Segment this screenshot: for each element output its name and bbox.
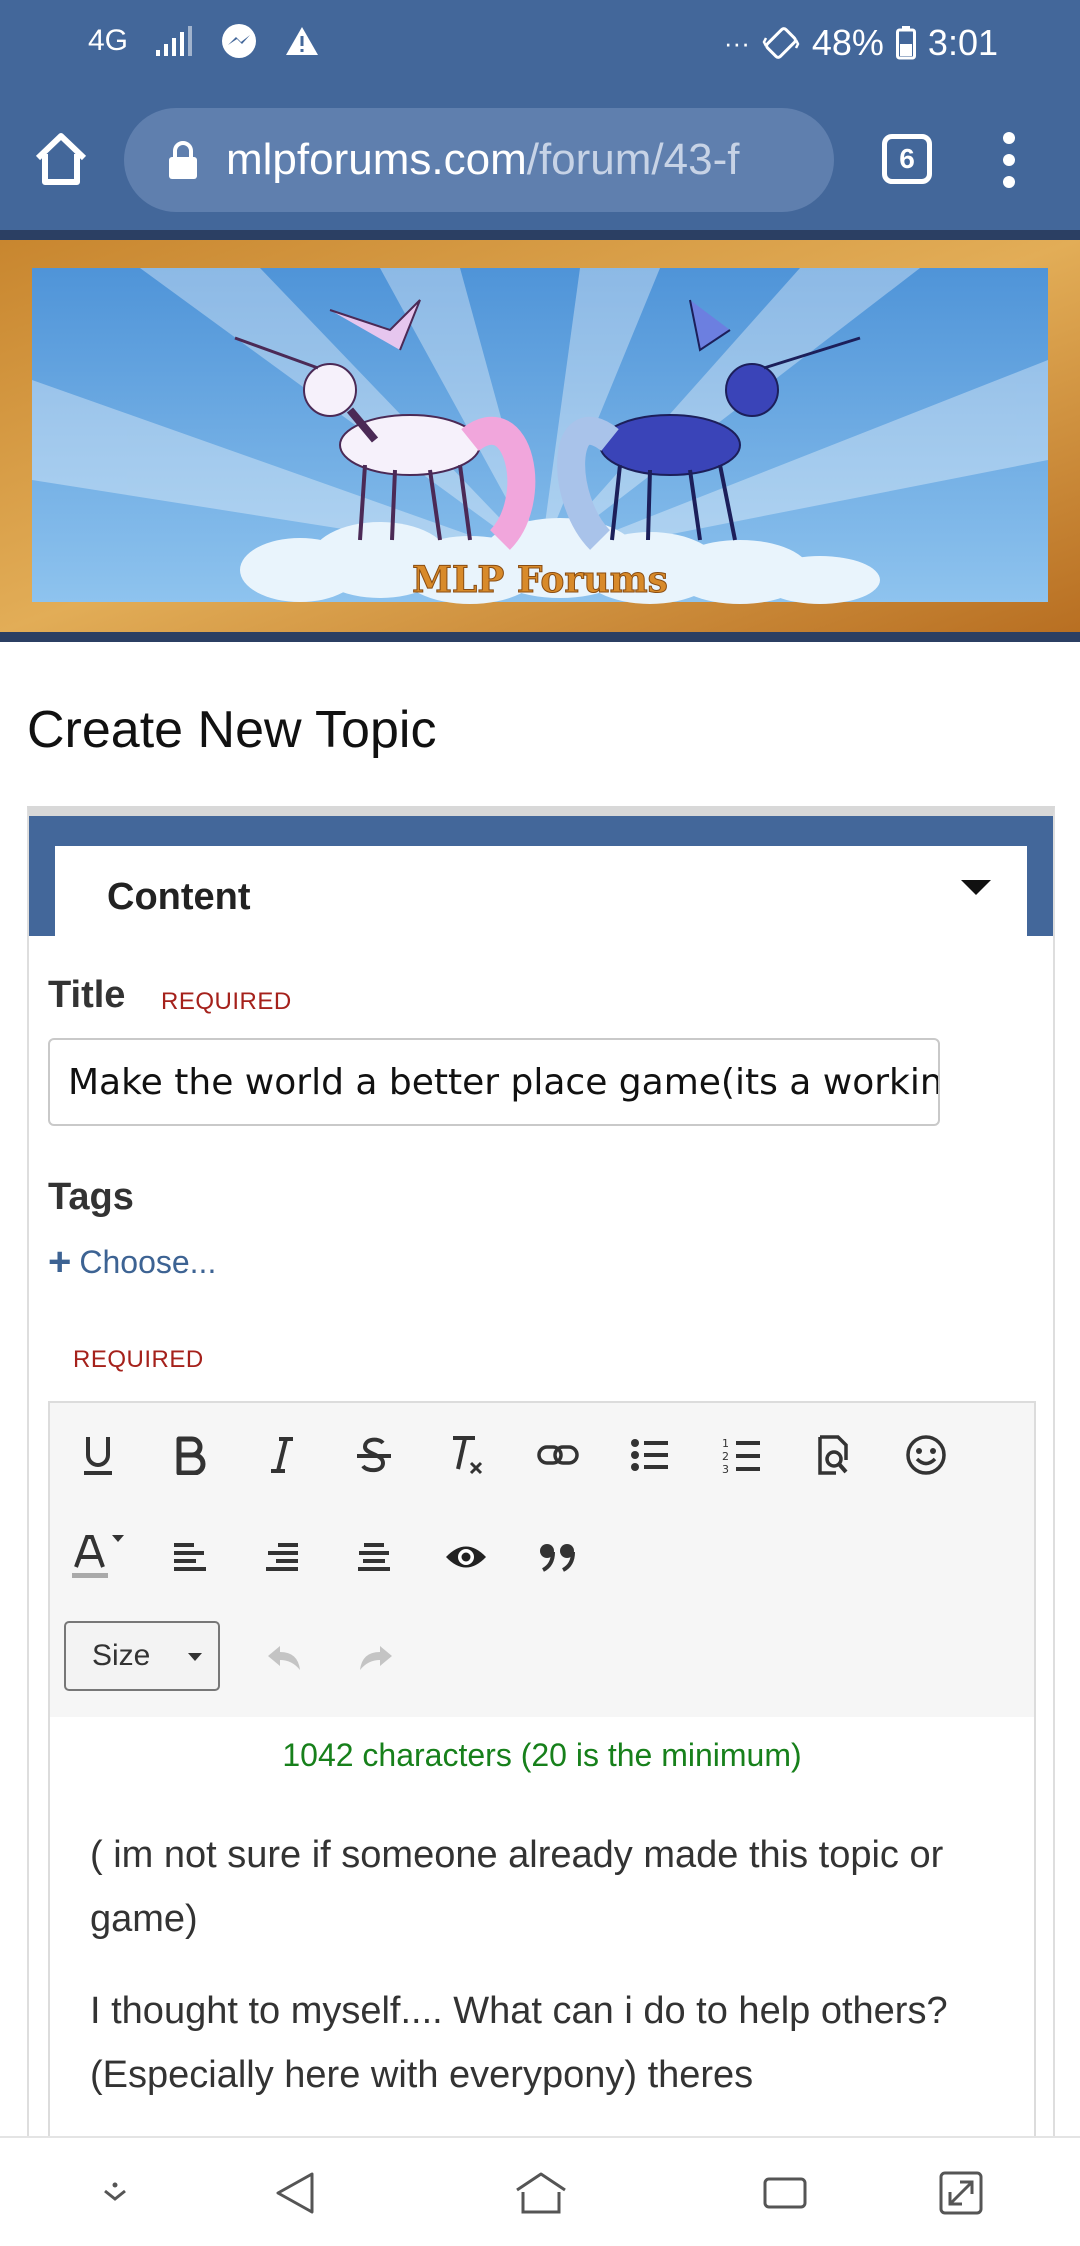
quote-button[interactable] xyxy=(528,1527,588,1587)
link-icon xyxy=(537,1445,579,1465)
page-title: Create New Topic xyxy=(27,701,437,759)
back-triangle-icon xyxy=(276,2172,314,2214)
smiley-icon xyxy=(906,1435,946,1475)
expand-arrows-icon xyxy=(939,2171,983,2215)
lock-icon xyxy=(169,141,197,179)
warning-icon xyxy=(284,25,320,57)
align-center-button[interactable] xyxy=(344,1527,404,1587)
fullscreen-button[interactable] xyxy=(928,2160,994,2226)
preview-button[interactable] xyxy=(804,1425,864,1485)
body-required-badge: REQUIRED xyxy=(73,1346,204,1373)
network-type-label: 4G xyxy=(88,24,129,57)
editor-paragraph: I thought to myself.... What can i do to… xyxy=(90,1990,948,2096)
tab-count: 6 xyxy=(899,143,915,174)
align-left-button[interactable] xyxy=(160,1527,220,1587)
svg-text:2: 2 xyxy=(722,1450,729,1463)
title-required-badge: REQUIRED xyxy=(161,988,292,1015)
rich-text-editor: 123 Size 1042 characters (20 is the mini… xyxy=(48,1401,1036,2246)
menu-dot-icon xyxy=(1003,132,1015,144)
banner-logo-text: MLP Forums xyxy=(412,559,668,601)
align-right-icon xyxy=(266,1543,298,1571)
undo-button[interactable] xyxy=(254,1629,314,1689)
editor-toolbar: 123 Size xyxy=(50,1403,1034,1717)
content-section-toggle[interactable]: Content xyxy=(55,846,1027,938)
plus-icon: + xyxy=(48,1240,72,1284)
choose-tags-link[interactable]: + Choose... xyxy=(48,1240,216,1285)
choose-tags-label: Choose... xyxy=(79,1244,217,1280)
strikethrough-icon xyxy=(357,1437,391,1473)
recent-apps-button[interactable] xyxy=(752,2160,818,2226)
browser-menu-button[interactable] xyxy=(990,132,1028,188)
underline-icon xyxy=(84,1437,112,1475)
chevron-down-dot-icon xyxy=(104,2182,126,2201)
font-size-select[interactable]: Size xyxy=(64,1621,220,1691)
status-bar: 4G ··· 48% 3:01 xyxy=(0,0,1080,92)
text-color-button[interactable] xyxy=(68,1527,128,1587)
recent-apps-icon xyxy=(763,2177,807,2209)
url-domain: mlpforums.com xyxy=(226,135,527,184)
menu-dot-icon xyxy=(1003,176,1015,188)
numbered-list-icon: 123 xyxy=(722,1437,760,1474)
numbered-list-button[interactable]: 123 xyxy=(712,1425,772,1485)
strikethrough-button[interactable] xyxy=(344,1425,404,1485)
redo-button[interactable] xyxy=(346,1629,406,1689)
character-count: 1042 characters (20 is the minimum) xyxy=(282,1737,802,1773)
title-label: Title xyxy=(48,974,126,1016)
signal-icon xyxy=(154,26,194,56)
editor-paragraph: ( im not sure if someone already made th… xyxy=(90,1834,944,1940)
address-bar[interactable]: mlpforums.com/forum/43-f xyxy=(124,108,834,212)
home-outline-icon xyxy=(516,2172,566,2214)
menu-dot-icon xyxy=(1003,154,1015,166)
chevron-down-icon xyxy=(961,880,991,895)
url-path: /forum/43-f xyxy=(526,135,740,184)
align-center-icon xyxy=(358,1543,390,1571)
text-color-icon xyxy=(72,1535,124,1578)
eye-icon xyxy=(446,1546,486,1568)
content-section-label: Content xyxy=(107,876,251,918)
battery-icon xyxy=(895,26,916,60)
tags-label: Tags xyxy=(48,1176,134,1218)
system-navigation-bar xyxy=(0,2136,1080,2246)
italic-button[interactable] xyxy=(252,1425,312,1485)
svg-text:1: 1 xyxy=(722,1437,729,1450)
document-search-icon xyxy=(818,1435,848,1475)
bold-icon xyxy=(176,1436,206,1475)
content-section-header: Content xyxy=(29,816,1053,938)
battery-percent: 48% xyxy=(811,22,884,63)
redo-icon xyxy=(360,1646,392,1670)
link-button[interactable] xyxy=(528,1425,588,1485)
back-button[interactable] xyxy=(262,2160,328,2226)
tab-switcher-button[interactable]: 6 xyxy=(882,134,932,184)
home-button[interactable] xyxy=(30,128,92,190)
hide-keyboard-button[interactable] xyxy=(82,2160,148,2226)
svg-text:3: 3 xyxy=(722,1463,729,1474)
align-right-button[interactable] xyxy=(252,1527,312,1587)
messenger-icon xyxy=(220,22,258,60)
remove-format-icon xyxy=(453,1436,483,1475)
italic-icon xyxy=(271,1437,293,1473)
home-icon xyxy=(35,133,87,185)
align-left-icon xyxy=(174,1543,206,1571)
topic-form: Content Title REQUIRED Make the world a … xyxy=(27,806,1055,2246)
undo-icon xyxy=(268,1646,300,1670)
quote-icon xyxy=(540,1544,575,1572)
bold-button[interactable] xyxy=(160,1425,220,1485)
status-more-label: ··· xyxy=(723,27,750,58)
bulleted-list-icon xyxy=(631,1439,668,1471)
browser-toolbar: mlpforums.com/forum/43-f 6 xyxy=(0,92,1080,230)
remove-format-button[interactable] xyxy=(436,1425,496,1485)
url-text: mlpforums.com/forum/43-f xyxy=(226,135,739,185)
underline-button[interactable] xyxy=(68,1425,128,1485)
font-size-label: Size xyxy=(92,1639,151,1672)
clock: 3:01 xyxy=(927,22,998,63)
forum-banner[interactable]: MLP Forums xyxy=(0,230,1080,642)
home-nav-button[interactable] xyxy=(508,2160,574,2226)
vibrate-icon xyxy=(762,24,800,62)
bulleted-list-button[interactable] xyxy=(620,1425,680,1485)
spoiler-button[interactable] xyxy=(436,1527,496,1587)
emoji-button[interactable] xyxy=(896,1425,956,1485)
caret-down-icon xyxy=(188,1653,202,1661)
title-input[interactable]: Make the world a better place game(its a… xyxy=(48,1038,940,1126)
editor-body[interactable]: ( im not sure if someone already made th… xyxy=(90,1823,1010,2135)
